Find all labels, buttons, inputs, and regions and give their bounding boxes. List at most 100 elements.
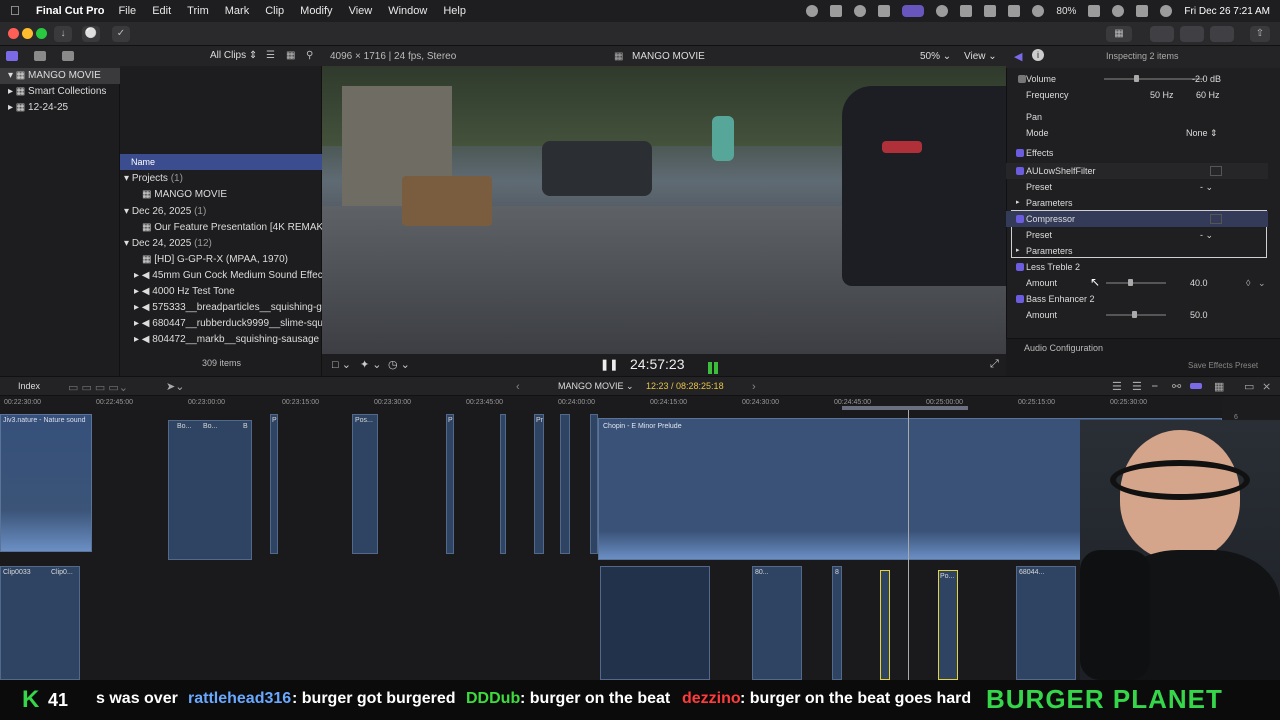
- info-icon[interactable]: i: [1032, 49, 1044, 61]
- parameters-row[interactable]: ▸ Parameters: [1006, 195, 1268, 211]
- amount-knob[interactable]: [1132, 311, 1137, 318]
- clip-appearance-icon[interactable]: ▦: [286, 50, 295, 61]
- amount-knob[interactable]: [1128, 279, 1133, 286]
- audio-clip[interactable]: Pos...: [352, 414, 378, 554]
- playhead[interactable]: [908, 410, 909, 680]
- index-button[interactable]: Index: [18, 381, 40, 391]
- back-arrow-icon[interactable]: ‹: [516, 381, 520, 393]
- amount-slider[interactable]: [1106, 311, 1166, 318]
- speed-icon[interactable]: ◷ ⌄: [388, 358, 410, 371]
- libraries-icon[interactable]: [6, 51, 18, 61]
- browser-audio-row[interactable]: ▸ ◀ 680447__rubberduck9999__slime-squis: [120, 316, 322, 332]
- browser-audio-row[interactable]: ▸ ◀ 4000 Hz Test Tone: [120, 284, 322, 300]
- play-icon[interactable]: [936, 5, 949, 17]
- selected-clip[interactable]: Po...: [938, 570, 958, 680]
- audio-configuration[interactable]: Audio Configuration: [1024, 343, 1103, 353]
- browser-audio-row[interactable]: ▸ ◀ 575333__breadparticles__squishing-ge…: [120, 300, 322, 316]
- titles-generators-icon[interactable]: [62, 51, 74, 61]
- video-frame[interactable]: [322, 66, 1006, 354]
- timeline-ruler[interactable]: 00:22:30:00 00:22:45:00 00:23:00:00 00:2…: [0, 396, 1222, 410]
- browser-item-row[interactable]: ▦ [HD] G-GP-R-X (MPAA, 1970): [120, 252, 322, 268]
- amount-slider[interactable]: [1106, 279, 1166, 286]
- video-clip[interactable]: 8: [832, 566, 842, 680]
- status-icon[interactable]: [806, 5, 819, 17]
- audio-clip[interactable]: [500, 414, 506, 554]
- sync-icon[interactable]: [854, 5, 867, 17]
- snapping-icon[interactable]: ☰: [1112, 380, 1122, 393]
- headphones-icon[interactable]: ⚯: [1172, 380, 1181, 393]
- control-center-icon[interactable]: [1136, 5, 1149, 17]
- clock[interactable]: Fri Dec 26 7:21 AM: [1184, 6, 1270, 17]
- browser-group-row[interactable]: ▾ Dec 26, 2025 (1): [120, 204, 322, 220]
- solo-icon[interactable]: [1190, 383, 1202, 389]
- close-window-button[interactable]: [8, 28, 19, 39]
- audio-clip[interactable]: Bo... Bo... B: [168, 420, 252, 560]
- forward-arrow-icon[interactable]: ›: [752, 381, 756, 393]
- disclosure-icon[interactable]: ▸: [1016, 195, 1020, 211]
- library-event[interactable]: ▸ ▦ 12-24-25: [0, 100, 120, 116]
- photos-audio-icon[interactable]: [34, 51, 46, 61]
- browser-item-row[interactable]: ▦ Our Feature Presentation [4K REMAKE]: [120, 220, 322, 236]
- effect-checkbox[interactable]: [1016, 295, 1024, 303]
- browser-item-row[interactable]: ▦ MANGO MOVIE: [120, 187, 322, 203]
- menu-view[interactable]: View: [349, 5, 373, 17]
- video-clip[interactable]: Clip0033 Clip0...: [0, 566, 80, 680]
- menu-file[interactable]: File: [118, 5, 136, 17]
- library-root[interactable]: ▾ ▦ MANGO MOVIE: [0, 68, 120, 84]
- effects-checkbox[interactable]: [1016, 149, 1024, 157]
- volume-knob[interactable]: [1134, 75, 1139, 82]
- bluetooth-icon[interactable]: [1008, 5, 1021, 17]
- grid-icon[interactable]: [830, 5, 843, 17]
- menu-window[interactable]: Window: [388, 5, 427, 17]
- browser-group-row[interactable]: ▾ Projects (1): [120, 171, 322, 187]
- timeline-tracks[interactable]: Jiv3.nature - Nature sound Bo... Bo... B…: [0, 410, 1222, 680]
- video-clip[interactable]: [600, 566, 710, 680]
- fullscreen-icon[interactable]: ⤢: [990, 358, 999, 371]
- audio-clip[interactable]: P: [270, 414, 278, 554]
- effect-editor-icon[interactable]: [1210, 166, 1222, 176]
- parameters-row[interactable]: ▸ Parameters: [1006, 243, 1268, 259]
- app-name[interactable]: Final Cut Pro: [36, 5, 104, 17]
- wifi-icon[interactable]: [1032, 5, 1045, 17]
- skimming-icon[interactable]: ☰: [1132, 380, 1142, 393]
- view-dropdown[interactable]: View ⌄: [964, 51, 997, 62]
- transform-icon[interactable]: □ ⌄: [332, 358, 351, 371]
- audio-clip[interactable]: [590, 414, 598, 554]
- zoom-dropdown[interactable]: 50% ⌄: [920, 51, 951, 62]
- search-icon[interactable]: ⚲: [306, 50, 313, 61]
- play-pause-button[interactable]: ❚❚: [600, 358, 618, 371]
- save-effects-preset-button[interactable]: Save Effects Preset: [1188, 361, 1258, 370]
- minimize-window-button[interactable]: [22, 28, 33, 39]
- menu-help[interactable]: Help: [443, 5, 466, 17]
- screen-share-icon[interactable]: [902, 5, 925, 17]
- clip-filter-dropdown[interactable]: All Clips ⇕: [210, 50, 257, 61]
- name-column-header[interactable]: Name: [120, 154, 322, 170]
- video-clip[interactable]: 80...: [752, 566, 802, 680]
- pan-mode-dropdown[interactable]: None ⇕: [1186, 125, 1218, 141]
- apple-icon[interactable]: : [10, 4, 24, 18]
- library-smart-collections[interactable]: ▸ ▦ Smart Collections: [0, 84, 120, 100]
- project-dropdown[interactable]: MANGO MOVIE ⌄: [558, 381, 634, 392]
- disclosure-icon[interactable]: ▸: [1016, 243, 1020, 259]
- audio-clip[interactable]: Jiv3.nature - Nature sound: [0, 414, 92, 552]
- siri-icon[interactable]: [1160, 5, 1173, 17]
- keyframe-icon[interactable]: ◊: [1246, 275, 1250, 291]
- selected-clip[interactable]: [880, 570, 890, 680]
- menu-trim[interactable]: Trim: [187, 5, 209, 17]
- enhance-icon[interactable]: ✦ ⌄: [360, 358, 382, 371]
- effect-checkbox[interactable]: [1016, 167, 1024, 175]
- preset-dropdown[interactable]: - ⌄: [1200, 227, 1213, 243]
- layout-timeline-icon[interactable]: [1180, 26, 1204, 42]
- clip-appearance-icon[interactable]: ▦: [1214, 380, 1224, 393]
- audio-inspector-icon[interactable]: ◀: [1014, 50, 1022, 63]
- record-icon[interactable]: [878, 5, 891, 17]
- display-icon[interactable]: [984, 5, 997, 17]
- append-icon[interactable]: ▭ ▭ ▭ ▭⌄: [68, 381, 128, 394]
- keyword-icon[interactable]: ⚪: [82, 26, 100, 42]
- preset-dropdown[interactable]: - ⌄: [1200, 179, 1213, 195]
- zoom-icon[interactable]: ⎯: [1152, 380, 1158, 393]
- effect-checkbox[interactable]: [1016, 215, 1024, 223]
- list-view-icon[interactable]: ☰: [266, 50, 275, 61]
- audio-clip[interactable]: Pr: [534, 414, 544, 554]
- effect-editor-icon[interactable]: [1210, 214, 1222, 224]
